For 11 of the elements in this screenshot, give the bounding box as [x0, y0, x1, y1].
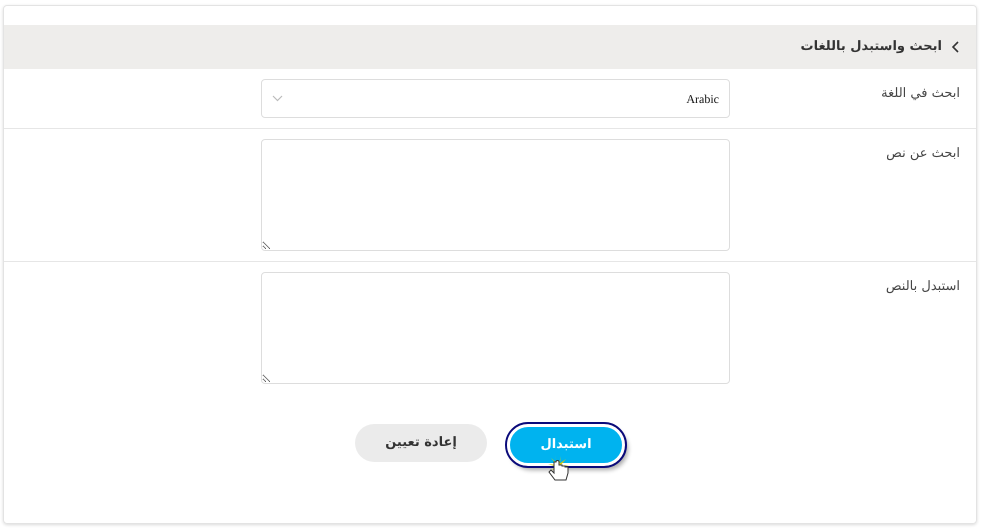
field-label: ابحث في اللغة [881, 85, 960, 103]
panel-title: ابحث واستبدل باللغات [800, 38, 942, 56]
field-label: استبدل بالنص [886, 278, 960, 296]
text-area[interactable] [261, 139, 730, 251]
text-area[interactable] [261, 272, 730, 384]
dropdown-chevron-icon [272, 95, 283, 102]
reset-button[interactable]: إعادة تعيين [355, 424, 487, 462]
language-select[interactable]: Arabic [261, 79, 730, 118]
select-value: Arabic [686, 90, 719, 108]
collapse-chevron-icon[interactable] [952, 41, 960, 53]
field-label: ابحث عن نص [886, 145, 960, 163]
